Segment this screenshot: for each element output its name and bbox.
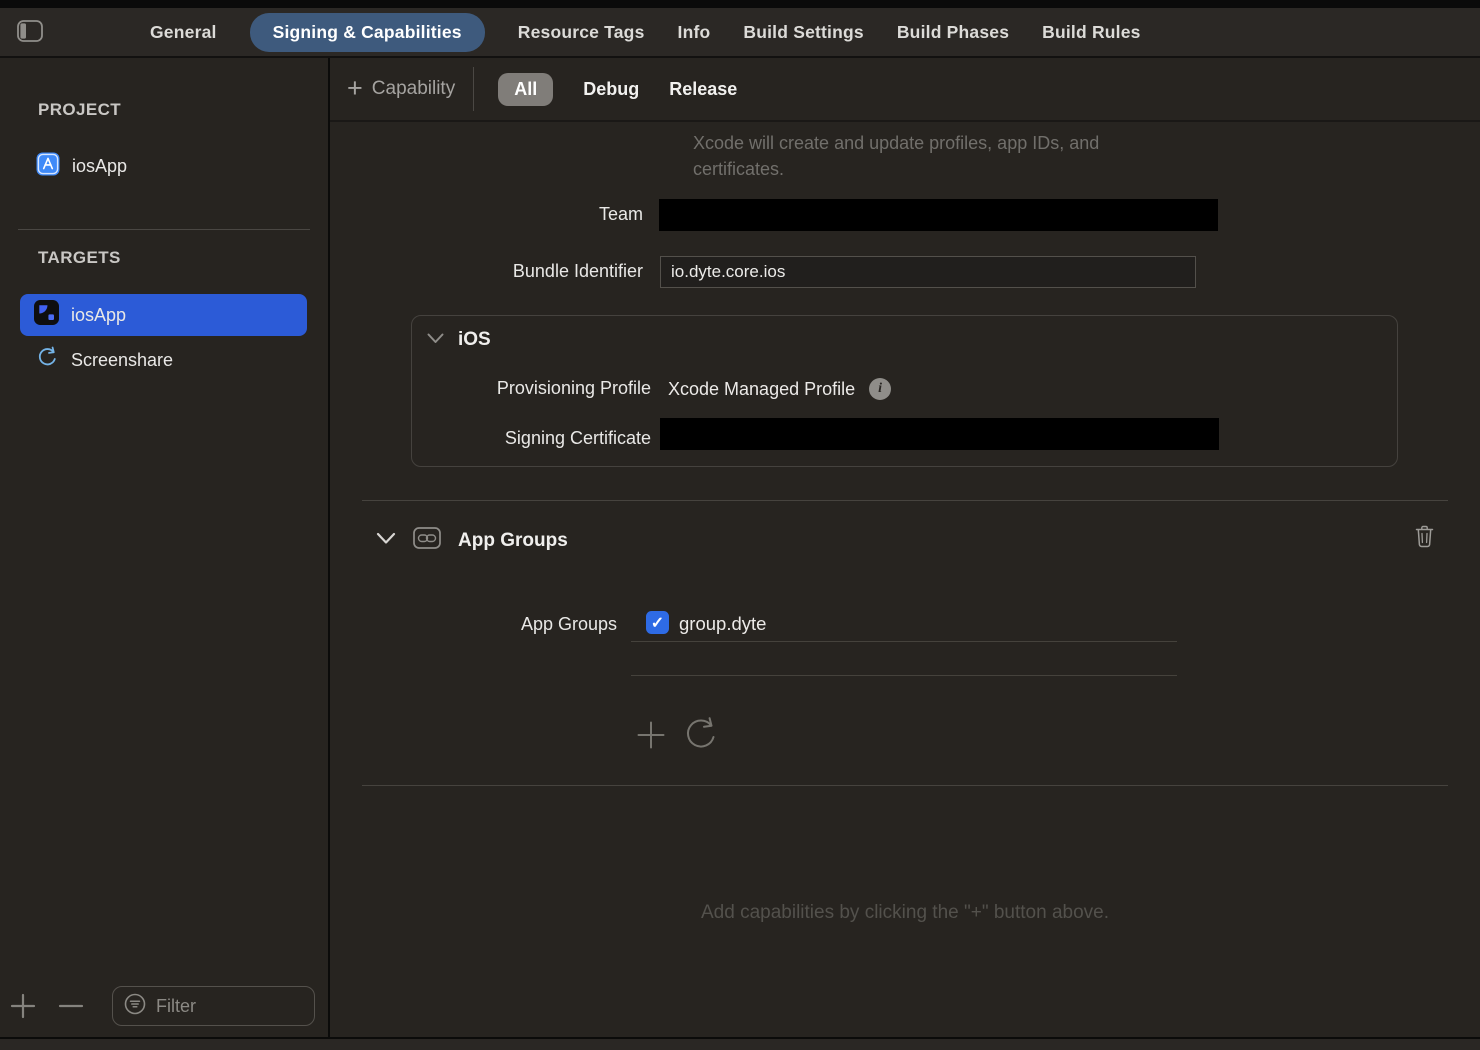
- filter-release[interactable]: Release: [669, 79, 737, 100]
- add-app-group-button[interactable]: [633, 717, 669, 757]
- app-groups-title: App Groups: [458, 530, 568, 552]
- target-row-iosapp[interactable]: iosApp: [20, 294, 307, 336]
- dyte-target-icon: [34, 300, 59, 330]
- editor-tab-bar: General Signing & Capabilities Resource …: [150, 8, 1141, 56]
- team-row: Team: [330, 199, 1480, 231]
- app-group-empty-row-underline: [631, 675, 1177, 676]
- tab-build-rules[interactable]: Build Rules: [1042, 13, 1140, 52]
- signing-capabilities-editor: + Capability All Debug Release Xcode wil…: [330, 58, 1480, 1037]
- project-row-iosapp[interactable]: iosApp: [36, 152, 127, 181]
- sidebar-divider: [18, 229, 310, 230]
- add-capability-label: Capability: [372, 78, 455, 100]
- refresh-icon: [683, 716, 719, 759]
- plus-icon: +: [347, 75, 363, 102]
- add-target-button[interactable]: [8, 993, 38, 1023]
- xcode-window: General Signing & Capabilities Resource …: [0, 0, 1480, 1050]
- app-group-entry-underline: [631, 641, 1177, 642]
- project-section-header: PROJECT: [38, 100, 121, 120]
- app-groups-field-label: App Groups: [330, 614, 617, 635]
- trash-icon: [1414, 524, 1435, 554]
- add-capabilities-hint: Add capabilities by clicking the "+" but…: [330, 902, 1480, 924]
- app-groups-actions: [633, 717, 719, 757]
- project-row-label: iosApp: [72, 156, 127, 177]
- sidebar-toggle-icon: [17, 19, 43, 48]
- bundle-identifier-field[interactable]: [660, 256, 1196, 288]
- provisioning-profile-label: Provisioning Profile: [412, 378, 651, 399]
- configuration-filter-group: All Debug Release: [498, 73, 737, 106]
- target-row-label: Screenshare: [71, 350, 173, 371]
- tab-info[interactable]: Info: [678, 13, 711, 52]
- targets-section-header: TARGETS: [38, 248, 121, 268]
- minus-icon: [57, 992, 85, 1025]
- filter-input[interactable]: [156, 996, 286, 1017]
- app-group-checkbox[interactable]: ✓: [646, 611, 669, 634]
- project-targets-sidebar: PROJECT iosApp TARGETS iosApp: [0, 58, 330, 1037]
- signing-description: Xcode will create and update profiles, a…: [693, 130, 1099, 182]
- filter-debug[interactable]: Debug: [583, 79, 639, 100]
- bundle-identifier-label: Bundle Identifier: [330, 261, 643, 282]
- filter-all[interactable]: All: [498, 73, 553, 106]
- window-bottom-strip: [0, 1039, 1480, 1050]
- target-row-screenshare[interactable]: Screenshare: [36, 346, 173, 374]
- filter-icon: [123, 992, 147, 1021]
- bundle-identifier-row: Bundle Identifier: [330, 256, 1480, 288]
- plus-icon: [635, 719, 667, 756]
- provisioning-profile-value: Xcode Managed Profile i: [668, 378, 891, 400]
- remove-target-button[interactable]: [56, 993, 86, 1023]
- target-row-label: iosApp: [71, 305, 126, 326]
- info-icon[interactable]: i: [869, 378, 891, 400]
- ios-group-title: iOS: [458, 329, 491, 351]
- capability-toolbar-separator: [473, 67, 474, 111]
- app-group-entry-name[interactable]: group.dyte: [679, 613, 766, 635]
- section-divider: [362, 500, 1448, 501]
- signing-certificate-redacted[interactable]: [660, 418, 1219, 450]
- add-capability-button[interactable]: + Capability: [347, 76, 455, 103]
- link-badge-icon: [413, 527, 441, 554]
- provisioning-profile-text: Xcode Managed Profile: [668, 379, 855, 400]
- chevron-down-icon[interactable]: [376, 532, 396, 550]
- screenshare-icon: [36, 346, 59, 374]
- signing-certificate-label: Signing Certificate: [412, 428, 651, 449]
- tab-build-phases[interactable]: Build Phases: [897, 13, 1009, 52]
- target-filter-field[interactable]: [112, 986, 315, 1026]
- sidebar-footer: [0, 985, 330, 1031]
- tab-signing-capabilities[interactable]: Signing & Capabilities: [250, 13, 485, 52]
- editor-toolbar: General Signing & Capabilities Resource …: [0, 8, 1480, 58]
- app-store-icon: [36, 152, 60, 181]
- team-value-redacted[interactable]: [659, 199, 1218, 231]
- ios-signing-group: iOS Provisioning Profile Xcode Managed P…: [411, 315, 1398, 467]
- section-divider: [362, 785, 1448, 786]
- tab-build-settings[interactable]: Build Settings: [743, 13, 863, 52]
- remove-capability-button[interactable]: [1410, 524, 1438, 554]
- team-label: Team: [330, 204, 643, 225]
- app-groups-field-row: App Groups ✓ group.dyte: [330, 610, 1480, 640]
- tab-resource-tags[interactable]: Resource Tags: [518, 13, 645, 52]
- app-groups-header: App Groups: [376, 527, 568, 554]
- chevron-down-icon[interactable]: [427, 331, 444, 349]
- capability-toolbar: + Capability All Debug Release: [330, 58, 1480, 122]
- sidebar-toggle-button[interactable]: [16, 19, 44, 47]
- signing-description-line1: Xcode will create and update profiles, a…: [693, 130, 1099, 156]
- tab-general[interactable]: General: [150, 13, 217, 52]
- plus-icon: [9, 992, 37, 1025]
- ios-group-header: iOS: [427, 329, 491, 351]
- refresh-app-groups-button[interactable]: [683, 717, 719, 757]
- signing-description-line2: certificates.: [693, 156, 1099, 182]
- window-top-edge: [0, 0, 1480, 8]
